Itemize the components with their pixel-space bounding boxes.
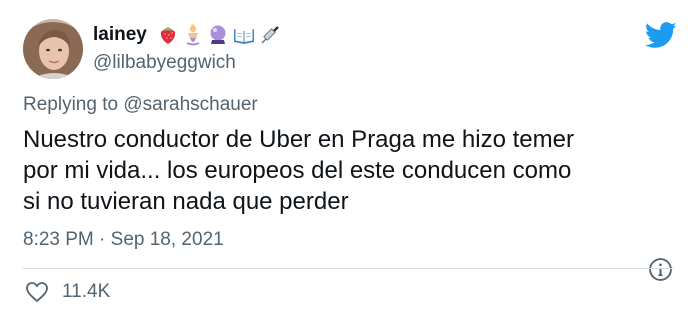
user-handle[interactable]: @lilbabyeggwich xyxy=(93,52,281,74)
tweet-date[interactable]: Sep 18, 2021 xyxy=(111,229,224,250)
twitter-bird-icon[interactable] xyxy=(645,22,677,49)
tweet-timestamp[interactable]: 8:23 PM · Sep 18, 2021 xyxy=(23,229,224,251)
like-count: 11.4K xyxy=(62,281,111,302)
info-icon[interactable] xyxy=(648,257,673,282)
tweet-card: lainey @lilbabyeggwich Replying to @sara… xyxy=(0,0,700,319)
strawberry-icon xyxy=(160,27,175,44)
tweet-time[interactable]: 8:23 PM xyxy=(23,229,94,250)
timestamp-separator: · xyxy=(99,229,106,250)
tweet-text: Nuestro conductor de Uber en Praga me hi… xyxy=(23,126,574,215)
name-emojis xyxy=(157,24,281,46)
replying-prefix: Replying to xyxy=(23,94,124,115)
heart-icon[interactable] xyxy=(25,281,49,303)
reply-mention-link[interactable]: @sarahschauer xyxy=(123,94,257,115)
like-button[interactable]: 11.4K xyxy=(25,281,110,303)
replying-to: Replying to @sarahschauer xyxy=(23,94,258,116)
avatar[interactable] xyxy=(23,19,83,79)
crystal-ball-icon xyxy=(210,25,226,44)
syringe-icon xyxy=(261,26,279,44)
divider xyxy=(23,268,673,269)
genie-icon xyxy=(186,24,200,46)
user-info[interactable]: lainey @lilbabyeggwich xyxy=(93,22,281,74)
display-name[interactable]: lainey xyxy=(93,24,147,46)
open-book-icon xyxy=(233,29,254,44)
